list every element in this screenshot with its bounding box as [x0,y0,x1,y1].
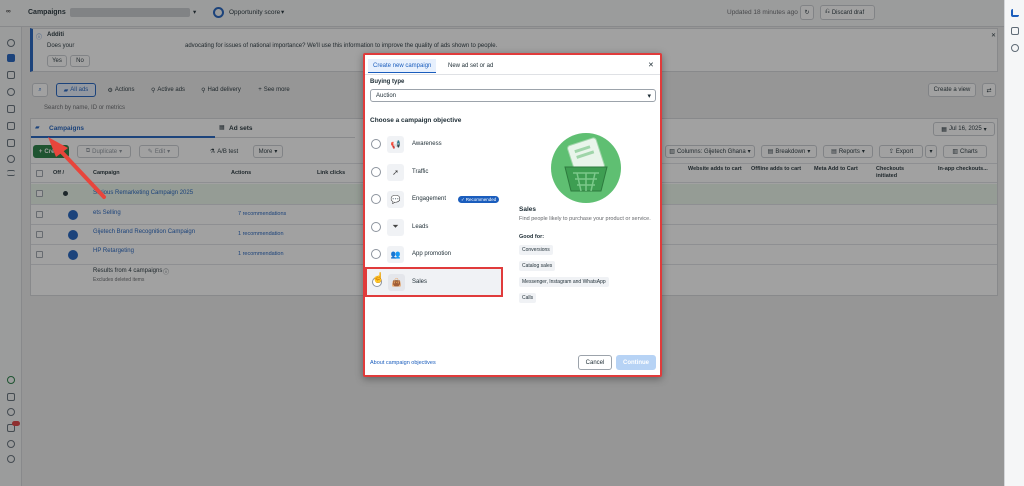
good-for-tag: Conversions [519,245,553,255]
shopping-basket-icon [564,137,608,192]
edit-icon[interactable] [1011,27,1019,35]
buying-type-select[interactable]: Auction ▾ [370,89,656,102]
radio-engagement[interactable] [371,194,381,204]
objective-label: Awareness [412,141,442,147]
people-icon: 👥 [387,245,404,263]
radio-app-promotion[interactable] [371,249,381,259]
insights-icon[interactable] [1011,9,1019,17]
radio-awareness[interactable] [371,139,381,149]
good-for-tag: Catalog sales [519,261,556,271]
buying-type-value: Auction [376,92,397,99]
cursor-icon: ➚ [387,163,404,181]
megaphone-icon: 📢 [387,135,404,153]
objective-label: App promotion [412,251,452,257]
recommended-badge: ✓ Recommended [458,196,500,203]
objective-app-promotion[interactable]: 👥 App promotion [370,243,504,265]
good-for-tag: Messenger, Instagram and WhatsApp [519,277,609,287]
continue-button[interactable]: Continue [616,355,656,370]
objective-label: Sales [412,279,428,285]
cancel-button[interactable]: Cancel [578,355,612,370]
objective-label: Engagement [412,196,447,202]
objective-leads[interactable]: ⏷ Leads [370,216,504,238]
sales-illustration [551,133,621,203]
good-for-label: Good for: [519,234,545,240]
dialog-tab-divider [365,74,660,75]
ads-manager-app: ∞ Campaigns ▾ Opportunity score ▾ Update… [0,0,1024,486]
funnel-icon: ⏷ [387,218,404,236]
detail-title: Sales [519,206,536,213]
chat-icon: 💬 [387,190,404,208]
right-rail [1004,0,1024,486]
objective-traffic[interactable]: ➚ Traffic [370,161,504,183]
hand-cursor-icon: ☝ [372,273,385,284]
tab-create-new-campaign[interactable]: Create new campaign [368,59,437,73]
detail-description: Find people likely to purchase your prod… [519,216,651,222]
radio-traffic[interactable] [371,167,381,177]
about-objectives-link[interactable]: About campaign objectives [370,360,436,366]
select-chevron-down-icon: ▾ [647,93,651,100]
recommended-check-icon: ✓ [461,196,465,202]
radio-leads[interactable] [371,222,381,232]
bag-icon: 👜 [388,274,405,291]
objective-label: Leads [412,224,429,230]
objective-sales[interactable]: 👜 Sales ☝ [365,267,503,297]
info-icon[interactable] [1011,44,1019,52]
objective-engagement[interactable]: 💬 Engagement ✓ Recommended [370,188,504,210]
dialog-close-icon[interactable]: ✕ [648,61,654,69]
recommended-label: Recommended [465,197,497,202]
buying-type-label: Buying type [370,79,405,85]
objective-heading: Choose a campaign objective [370,117,462,124]
create-campaign-dialog: Create new campaign New ad set or ad ✕ B… [363,53,662,377]
good-for-tag: Calls [519,293,537,303]
objective-awareness[interactable]: 📢 Awareness [370,133,504,155]
tab-new-ad-set-or-ad[interactable]: New ad set or ad [443,59,498,73]
objective-label: Traffic [412,169,429,175]
